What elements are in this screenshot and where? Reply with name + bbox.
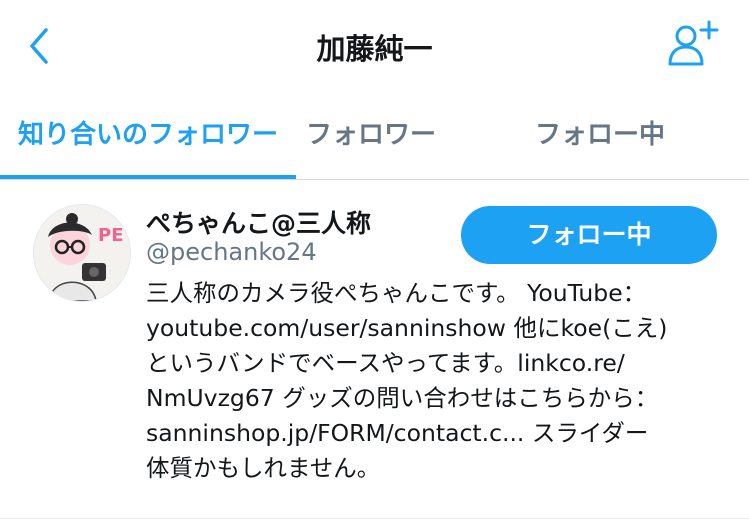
page-title: 加藤純一	[316, 32, 433, 66]
tab-followers[interactable]: フォロワー	[296, 95, 446, 175]
avatar[interactable]: PE	[33, 204, 131, 302]
user-list-item[interactable]: PE ぺちゃんこ@三人称 @pechanko24 フォロー中 三人称のカメラ役ぺ…	[0, 180, 749, 520]
list-divider	[0, 518, 749, 519]
bio-line: というバンドでベースやってます。linkco.re/	[146, 349, 625, 377]
bio-line: youtube.com/user/sanninshow 他にkoe(こえ)	[146, 314, 668, 342]
tab-followers-you-know[interactable]: 知り合いのフォロワー	[0, 95, 296, 175]
tab-bar: 知り合いのフォロワー フォロワー フォロー中	[0, 95, 749, 180]
tab-following[interactable]: フォロー中	[480, 95, 720, 175]
avatar-illustration: PE	[34, 205, 130, 301]
user-bio: 三人称のカメラ役ぺちゃんこです。 YouTube： youtube.com/us…	[146, 276, 736, 486]
add-user-icon	[668, 20, 719, 66]
top-nav-bar: 加藤純一	[0, 0, 749, 95]
avatar-logo-text: PE	[98, 225, 124, 246]
bio-line: NmUvzg67 グッズの問い合わせはこちらから：	[146, 384, 659, 412]
user-display-name[interactable]: ぺちゃんこ@三人称	[146, 204, 371, 240]
user-handle: @pechanko24	[146, 238, 317, 266]
add-user-button[interactable]	[664, 18, 722, 70]
bio-line: 体質かもしれません。	[146, 454, 381, 482]
following-button[interactable]: フォロー中	[461, 206, 717, 264]
bio-line: sanninshop.jp/FORM/contact.c... スライダー	[146, 419, 649, 447]
active-tab-indicator	[0, 175, 296, 179]
bio-line: 三人称のカメラ役ぺちゃんこです。 YouTube：	[146, 279, 647, 307]
